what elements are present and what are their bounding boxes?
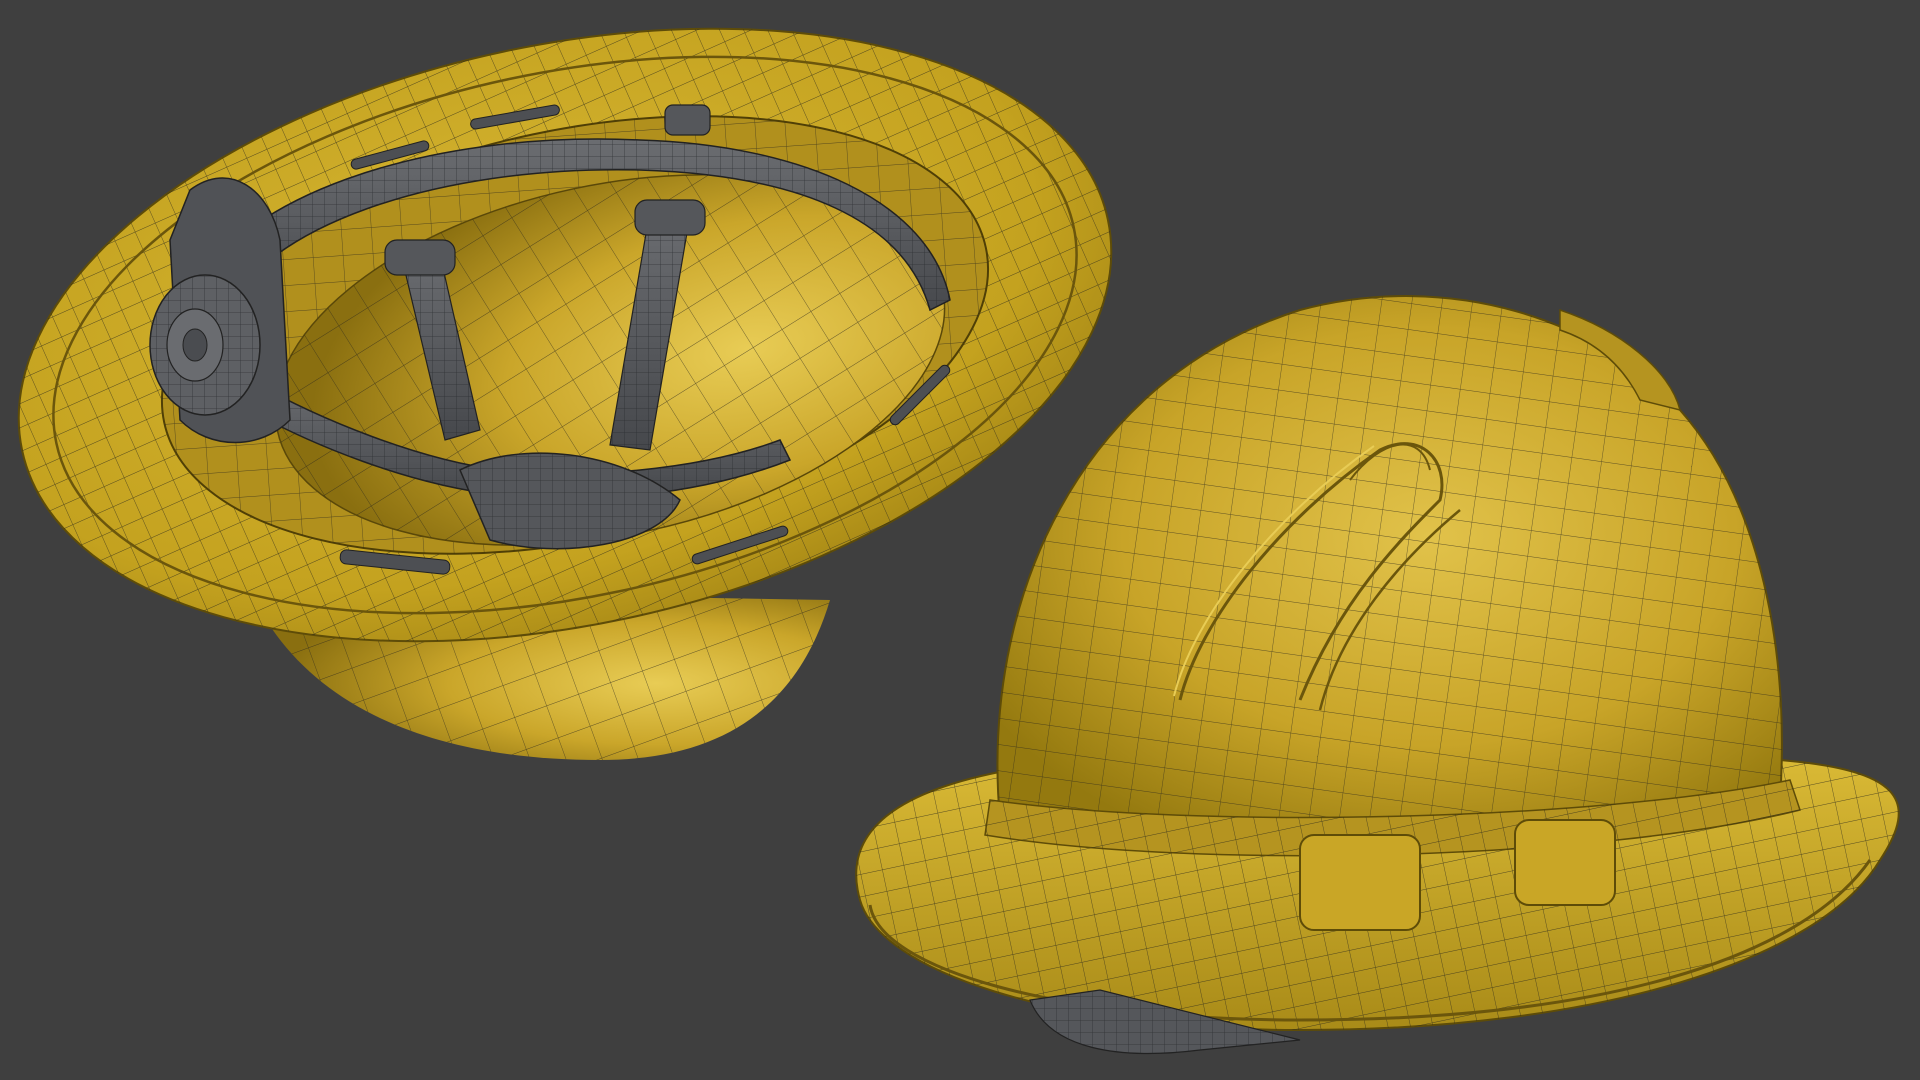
3d-viewport[interactable] bbox=[0, 0, 1920, 1080]
hard-hat-underside[interactable] bbox=[0, 0, 1168, 760]
viewport-canvas bbox=[0, 0, 1900, 1055]
